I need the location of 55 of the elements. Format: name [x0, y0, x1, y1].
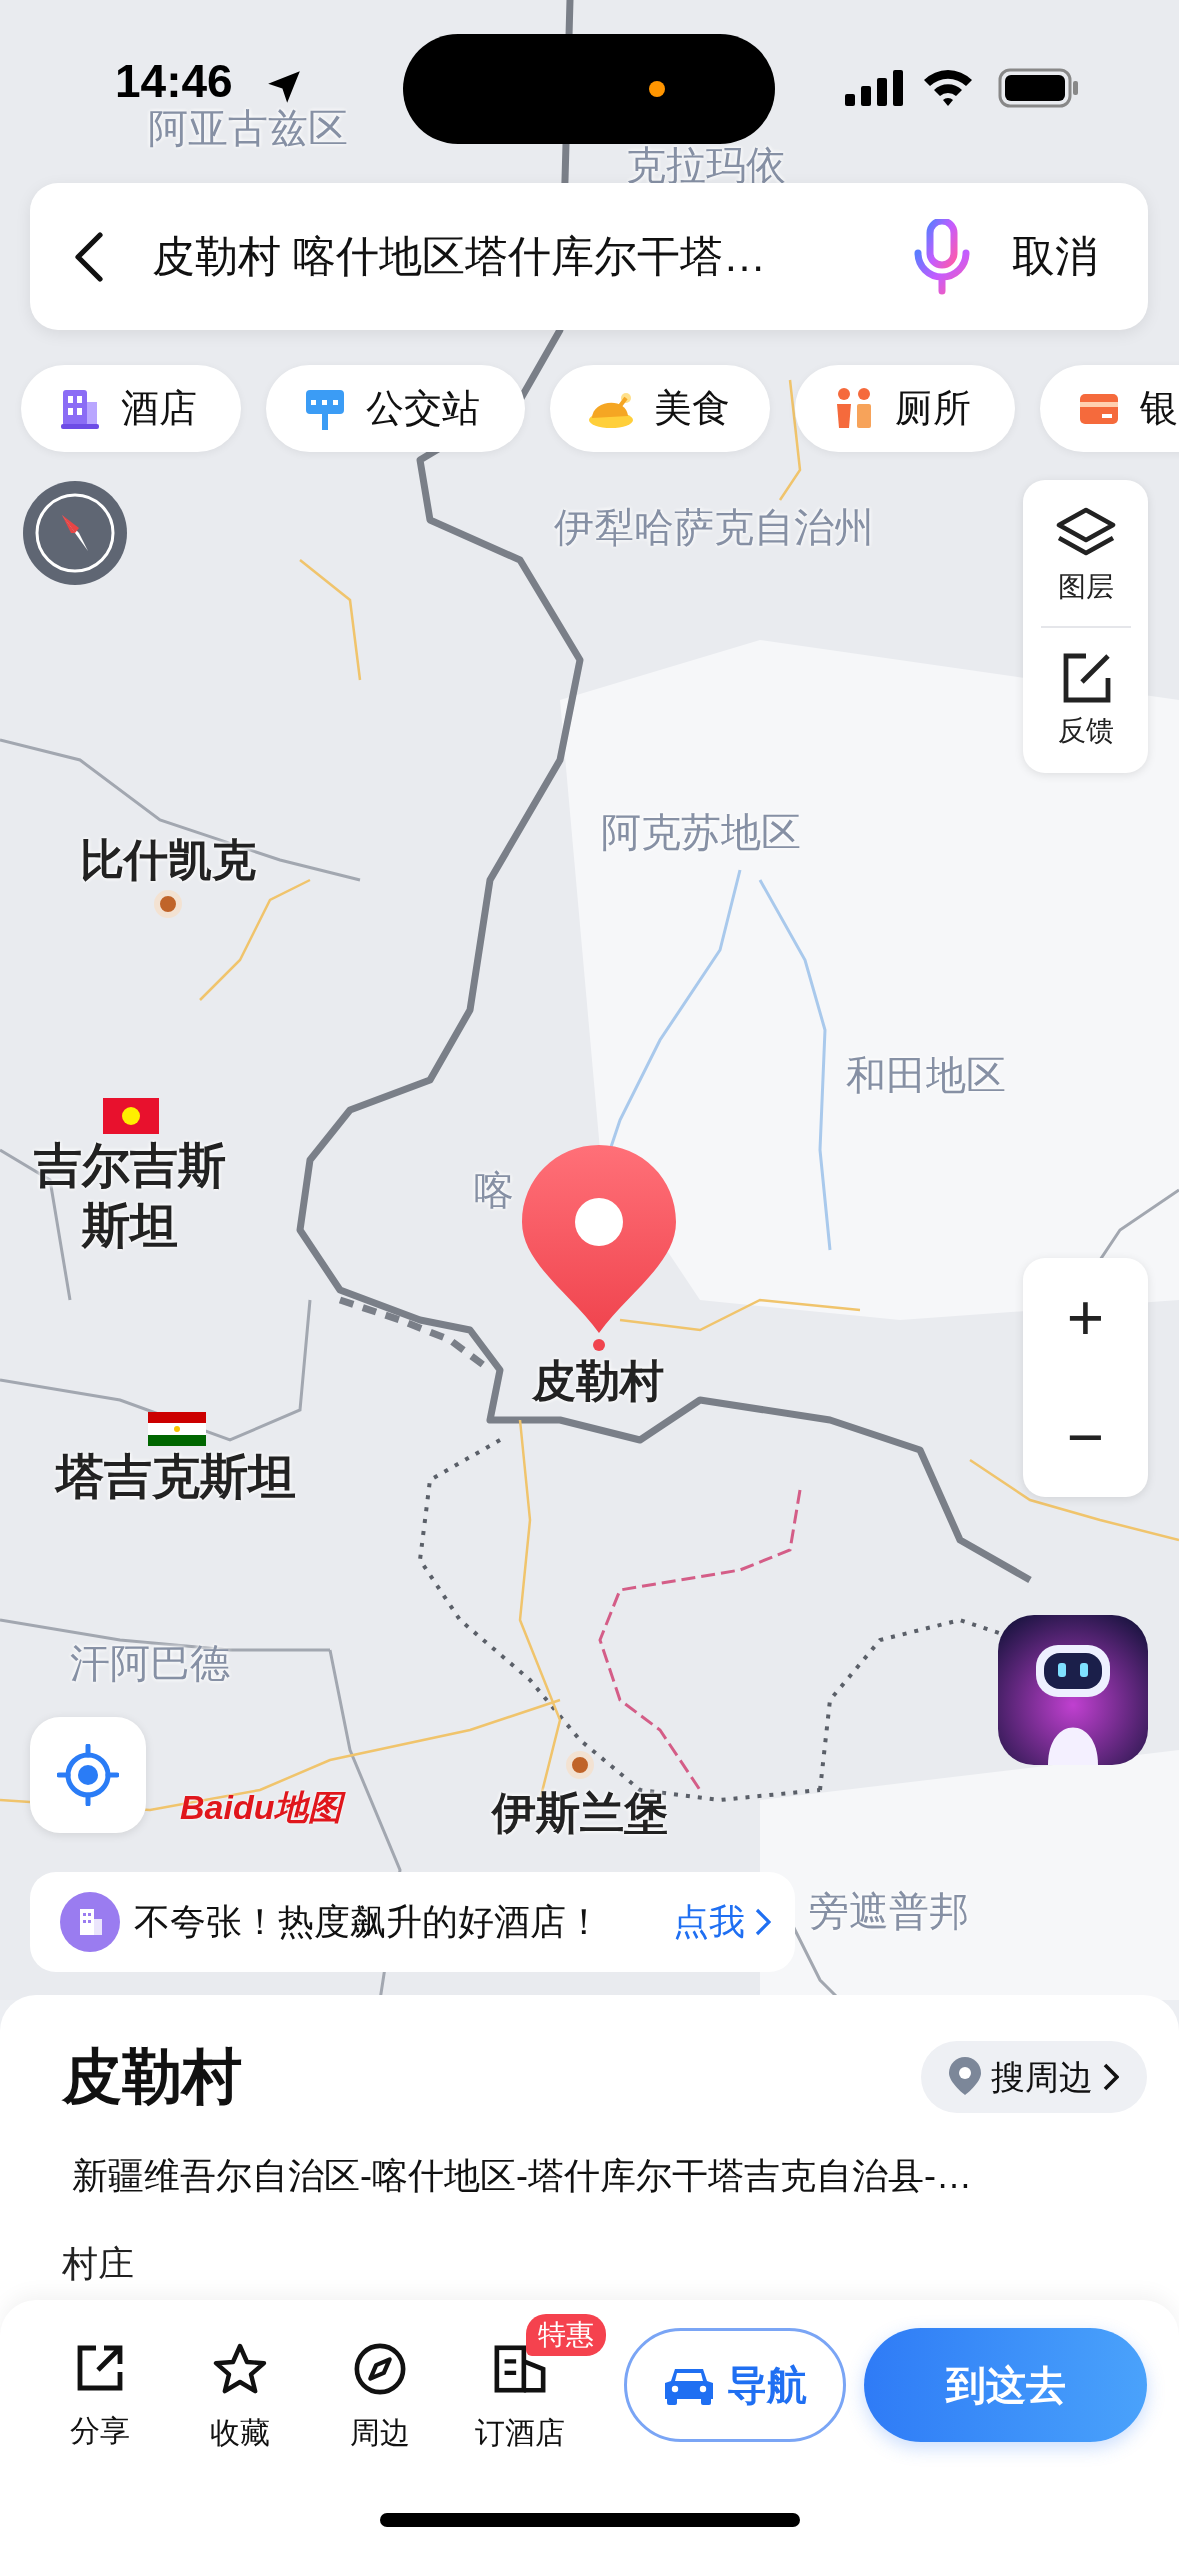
map-label: 比什凯克 [80, 833, 256, 886]
place-name: 皮勒村 [62, 2047, 242, 2107]
zoom-out-button[interactable]: − [1066, 1405, 1105, 1470]
building-icon [60, 1892, 120, 1952]
category-chip[interactable]: 公交站 [266, 365, 525, 452]
map-label: 阿克苏地区 [601, 809, 801, 856]
map-label: 皮勒村 [532, 1354, 664, 1407]
place-type: 村庄 [62, 2242, 134, 2286]
map-label: 阿亚古兹区 [148, 105, 348, 152]
promo-link[interactable]: 点我 [673, 1895, 771, 1949]
map-label: 伊斯兰堡 [492, 1786, 668, 1839]
compass-icon [353, 2342, 407, 2396]
promo-text: 不夸张！热度飙升的好酒店！ [134, 1900, 603, 1944]
map-label: 吉尔吉斯斯坦 [33, 1138, 227, 1254]
layers-button[interactable]: 图层 [1054, 480, 1117, 626]
wifi-icon [922, 68, 974, 106]
map-label: 旁遮普邦 [809, 1888, 969, 1935]
feedback-button[interactable]: 反馈 [1057, 628, 1114, 752]
microphone-icon[interactable] [912, 218, 972, 295]
navigate-button[interactable]: 导航 [624, 2327, 846, 2442]
star-icon [212, 2342, 268, 2396]
zoom-in-button[interactable]: + [1066, 1285, 1105, 1350]
action-button[interactable]: 收藏 [170, 2314, 310, 2455]
location-pin-icon [520, 1143, 678, 1353]
chevron-right-icon [755, 1907, 771, 1937]
compass-icon[interactable] [22, 480, 128, 586]
category-chip[interactable]: 酒店 [21, 365, 241, 452]
map-label: 喀 [474, 1167, 514, 1214]
map-label: 伊犁哈萨克自治州 [554, 504, 874, 551]
pin-icon [949, 2057, 981, 2097]
action-button[interactable]: 特惠 订酒店 [450, 2314, 610, 2455]
battery-icon [998, 68, 1080, 108]
map-label: 塔吉克斯坦 [56, 1449, 296, 1505]
promo-banner[interactable]: 不夸张！热度飙升的好酒店！ 点我 [30, 1872, 795, 1972]
map-label: 汗阿巴德 [70, 1640, 230, 1687]
robot-assistant-icon[interactable] [998, 1615, 1148, 1765]
search-query[interactable]: 皮勒村 喀什地区塔什库尔干塔… [152, 224, 892, 289]
action-button[interactable]: 周边 [310, 2314, 450, 2455]
signal-icon [845, 70, 903, 106]
search-nearby-button[interactable]: 搜周边 [921, 2041, 1147, 2113]
category-chip[interactable]: 银 [1040, 365, 1179, 452]
flag-icon [103, 1098, 159, 1134]
chevron-right-icon [1103, 2063, 1119, 2091]
action-button[interactable]: 分享 [30, 2314, 170, 2455]
flag-icon [148, 1412, 206, 1446]
cancel-button[interactable]: 取消 [1012, 224, 1098, 289]
locate-icon [57, 1744, 119, 1806]
locate-button[interactable] [30, 1717, 146, 1833]
category-chip[interactable]: 厕所 [795, 365, 1015, 452]
place-address: 新疆维吾尔自治区-喀什地区-塔什库尔干塔吉克自治县-… [72, 2154, 973, 2198]
map-label: 和田地区 [846, 1052, 1006, 1099]
discount-badge: 特惠 [526, 2314, 606, 2356]
status-time: 14:46 [115, 58, 233, 104]
category-chip[interactable]: 美食 [550, 365, 770, 452]
search-bar[interactable]: 皮勒村 喀什地区塔什库尔干塔… 取消 [30, 183, 1148, 330]
